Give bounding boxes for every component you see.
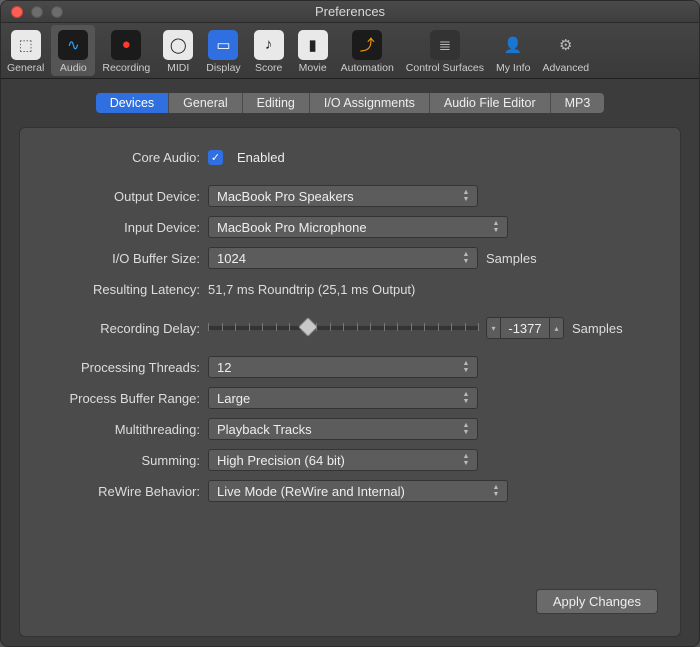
summing-select[interactable]: High Precision (64 bit) ▲▼ (208, 449, 478, 471)
toolbar-item-label: General (7, 62, 44, 74)
tab-general[interactable]: General (169, 93, 242, 113)
preferences-window: Preferences ⬚ General ∿ Audio ● Recording ◯ MID… (0, 0, 700, 647)
control-surfaces-icon: ≣ (430, 30, 460, 60)
process-buffer-range-select[interactable]: Large ▲▼ (208, 387, 478, 409)
io-buffer-value: 1024 (217, 251, 246, 266)
toolbar-item-label: Automation (341, 62, 394, 74)
chevron-updown-icon: ▲▼ (459, 188, 473, 204)
output-device-label: Output Device: (40, 189, 208, 204)
core-audio-checkbox[interactable]: ✓ (208, 150, 223, 165)
process-buffer-range-label: Process Buffer Range: (40, 391, 208, 406)
chevron-updown-icon: ▲▼ (459, 452, 473, 468)
multithreading-value: Playback Tracks (217, 422, 312, 437)
core-audio-enabled-label: Enabled (237, 150, 285, 165)
toolbar-item-recording[interactable]: ● Recording (96, 23, 156, 78)
toolbar-item-label: Control Surfaces (406, 62, 484, 74)
toolbar-item-label: Recording (102, 62, 150, 74)
display-icon: ▭ (208, 30, 238, 60)
window-title: Preferences (1, 4, 699, 19)
chevron-updown-icon: ▲▼ (459, 250, 473, 266)
toolbar-item-my-info[interactable]: 👤 My Info (490, 23, 536, 78)
io-buffer-select[interactable]: 1024 ▲▼ (208, 247, 478, 269)
automation-icon: ⤴ (352, 30, 382, 60)
slider-thumb-icon[interactable] (298, 317, 318, 337)
chevron-updown-icon: ▲▼ (489, 483, 503, 499)
toolbar-item-display[interactable]: ▭ Display (200, 23, 246, 78)
processing-threads-select[interactable]: 12 ▲▼ (208, 356, 478, 378)
toolbar-item-midi[interactable]: ◯ MIDI (156, 23, 200, 78)
toolbar-item-audio[interactable]: ∿ Audio (51, 25, 95, 76)
chevron-updown-icon: ▲▼ (459, 359, 473, 375)
toolbar-item-score[interactable]: ♪ Score (247, 23, 291, 78)
io-buffer-label: I/O Buffer Size: (40, 251, 208, 266)
io-buffer-suffix: Samples (486, 251, 537, 266)
input-device-select[interactable]: MacBook Pro Microphone ▲▼ (208, 216, 508, 238)
recording-delay-suffix: Samples (572, 321, 623, 336)
tab-bar: DevicesGeneralEditingI/O AssignmentsAudi… (19, 93, 681, 113)
my-info-icon: 👤 (498, 30, 528, 60)
toolbar-item-advanced[interactable]: ⚙ Advanced (536, 23, 595, 78)
chevron-updown-icon: ▲▼ (459, 390, 473, 406)
recording-delay-stepper[interactable]: ▾ -1377 ▴ (486, 317, 564, 339)
chevron-updown-icon: ▲▼ (489, 219, 503, 235)
rewire-value: Live Mode (ReWire and Internal) (217, 484, 405, 499)
tab-audio-file-editor[interactable]: Audio File Editor (430, 93, 551, 113)
recording-delay-label: Recording Delay: (40, 321, 208, 336)
toolbar-item-label: Movie (299, 62, 327, 74)
resulting-latency-value: 51,7 ms Roundtrip (25,1 ms Output) (208, 282, 415, 297)
movie-icon: ▮ (298, 30, 328, 60)
recording-delay-slider[interactable] (208, 317, 478, 339)
tab-i-o-assignments[interactable]: I/O Assignments (310, 93, 430, 113)
score-icon: ♪ (254, 30, 284, 60)
titlebar: Preferences (1, 1, 699, 23)
toolbar-item-label: My Info (496, 62, 530, 74)
tab-devices[interactable]: Devices (96, 93, 169, 113)
toolbar-item-label: Display (206, 62, 240, 74)
process-buffer-range-value: Large (217, 391, 250, 406)
tab-mp3[interactable]: MP3 (551, 93, 605, 113)
rewire-select[interactable]: Live Mode (ReWire and Internal) ▲▼ (208, 480, 508, 502)
output-device-value: MacBook Pro Speakers (217, 189, 354, 204)
toolbar-item-label: Score (255, 62, 282, 74)
multithreading-label: Multithreading: (40, 422, 208, 437)
output-device-select[interactable]: MacBook Pro Speakers ▲▼ (208, 185, 478, 207)
input-device-value: MacBook Pro Microphone (217, 220, 367, 235)
advanced-icon: ⚙ (551, 30, 581, 60)
tab-editing[interactable]: Editing (243, 93, 310, 113)
rewire-label: ReWire Behavior: (40, 484, 208, 499)
general-icon: ⬚ (11, 30, 41, 60)
chevron-updown-icon: ▲▼ (459, 421, 473, 437)
recording-delay-value: -1377 (501, 321, 549, 336)
core-audio-label: Core Audio: (40, 150, 208, 165)
toolbar-item-automation[interactable]: ⤴ Automation (335, 23, 400, 78)
toolbar-item-label: Audio (60, 62, 87, 74)
midi-icon: ◯ (163, 30, 193, 60)
toolbar-item-label: Advanced (542, 62, 589, 74)
summing-value: High Precision (64 bit) (217, 453, 345, 468)
resulting-latency-label: Resulting Latency: (40, 282, 208, 297)
multithreading-select[interactable]: Playback Tracks ▲▼ (208, 418, 478, 440)
toolbar: ⬚ General ∿ Audio ● Recording ◯ MIDI ▭ Display ♪ Sc… (1, 23, 699, 79)
toolbar-item-control-surfaces[interactable]: ≣ Control Surfaces (400, 23, 490, 78)
devices-panel: Core Audio: ✓ Enabled Output Device: Mac… (19, 127, 681, 637)
audio-icon: ∿ (58, 30, 88, 60)
toolbar-item-movie[interactable]: ▮ Movie (291, 23, 335, 78)
apply-changes-button[interactable]: Apply Changes (536, 589, 658, 614)
stepper-down-icon[interactable]: ▾ (487, 318, 501, 338)
toolbar-item-general[interactable]: ⬚ General (1, 23, 50, 78)
processing-threads-label: Processing Threads: (40, 360, 208, 375)
toolbar-item-label: MIDI (167, 62, 189, 74)
processing-threads-value: 12 (217, 360, 231, 375)
stepper-up-icon[interactable]: ▴ (549, 318, 563, 338)
summing-label: Summing: (40, 453, 208, 468)
input-device-label: Input Device: (40, 220, 208, 235)
recording-icon: ● (111, 30, 141, 60)
